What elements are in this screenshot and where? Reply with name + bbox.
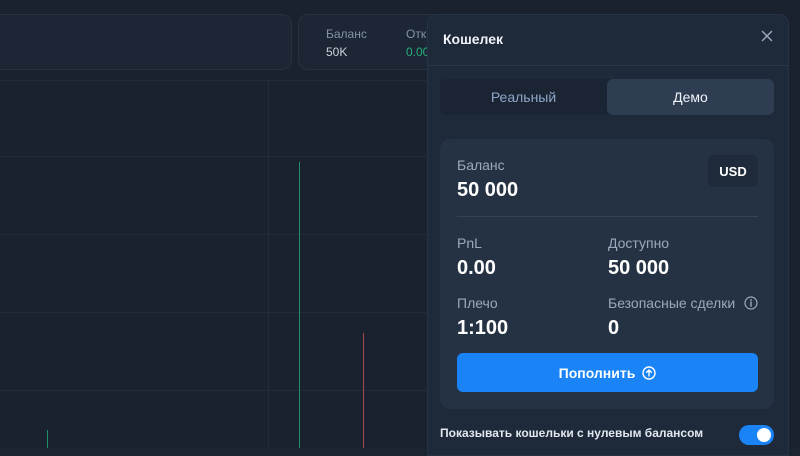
balance-value: 50 000 <box>457 179 519 201</box>
toggle-knob <box>757 428 771 442</box>
wallet-type-tabs: Реальный Демо <box>440 79 774 115</box>
deposit-button-label: Пополнить <box>558 364 636 381</box>
tab-real[interactable]: Реальный <box>440 79 607 115</box>
grid-line <box>0 312 430 313</box>
deposit-button[interactable]: Пополнить <box>457 353 758 392</box>
currency-selector[interactable]: USD <box>708 155 758 187</box>
zero-balance-toggle[interactable] <box>739 425 774 445</box>
pnl-value: 0.00 <box>457 257 496 279</box>
close-icon[interactable] <box>758 27 776 45</box>
leverage-label: Плечо <box>457 295 498 311</box>
arrow-up-circle-icon <box>642 365 657 380</box>
grid-line <box>0 390 430 391</box>
card-divider <box>457 216 758 217</box>
pnl-label: PnL <box>457 235 482 251</box>
pnl-value: 0.00 <box>406 45 430 59</box>
balance-value: 50K <box>326 45 348 59</box>
leverage-value: 1:100 <box>457 317 509 339</box>
safe-trades-value: 0 <box>608 317 620 339</box>
wallet-card: Баланс 50 000 USD PnL 0.00 Доступно 50 0… <box>440 139 774 409</box>
pnl-label: Отк <box>406 27 427 41</box>
panel-title: Кошелек <box>443 31 504 47</box>
grid-line <box>0 80 430 81</box>
header-divider <box>428 65 788 66</box>
chart-header-card <box>0 14 292 70</box>
wallet-panel: Кошелек Реальный Демо Баланс 50 000 USD … <box>427 14 789 456</box>
tab-demo[interactable]: Демо <box>607 79 774 115</box>
safe-trades-label: Безопасные сделки <box>608 295 736 311</box>
candle-wick-green <box>299 162 300 448</box>
grid-line <box>0 156 430 157</box>
available-label: Доступно <box>608 235 670 251</box>
grid-line <box>0 234 430 235</box>
balance-label: Баланс <box>326 27 367 41</box>
balance-label: Баланс <box>457 157 505 173</box>
available-value: 50 000 <box>608 257 670 279</box>
candle-wick-red <box>363 333 364 448</box>
zero-balance-label: Показывать кошельки с нулевым балансом <box>440 426 704 440</box>
grid-line <box>268 80 269 448</box>
info-icon[interactable] <box>744 296 758 310</box>
candle-wick-green <box>47 430 48 448</box>
